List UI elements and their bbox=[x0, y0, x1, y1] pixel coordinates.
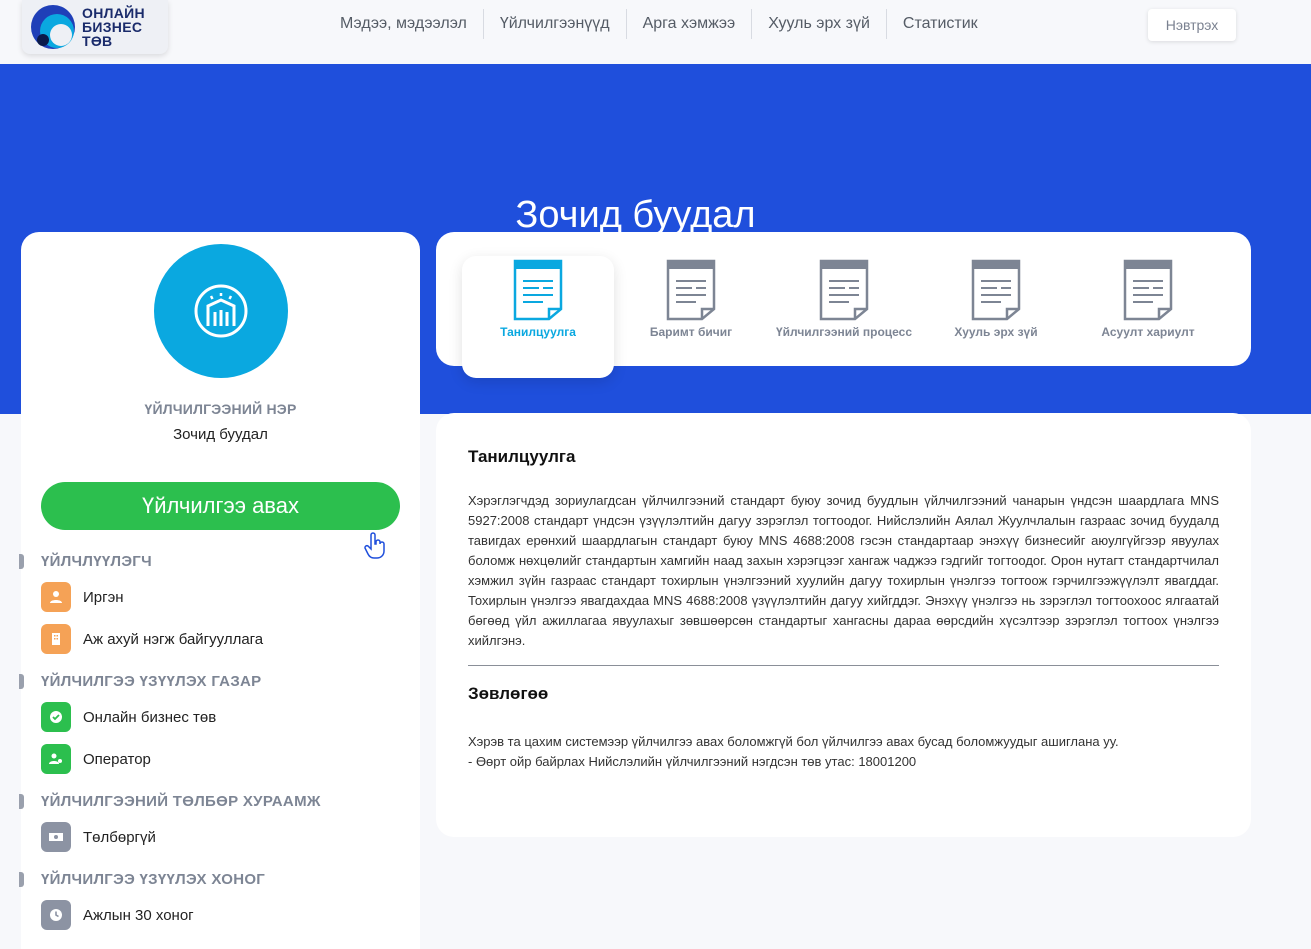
advice-line: - Өөрт ойр байрлах Нийслэлийн үйлчилгээн… bbox=[468, 754, 917, 769]
hand-pointer-icon bbox=[364, 532, 385, 559]
tab-label: Үйлчилгээний процесс bbox=[775, 325, 913, 339]
nav-item-news[interactable]: Мэдээ, мэдээлэл bbox=[324, 9, 483, 39]
logo-line: ОНЛАЙН bbox=[82, 5, 145, 21]
tab-law[interactable]: Хууль эрх зүй bbox=[920, 256, 1072, 356]
list-item-label: Аж ахуй нэгж байгууллага bbox=[83, 630, 264, 648]
content-card: Танилцуулга Хэрэглэгчдэд зориулагдсан үй… bbox=[436, 413, 1251, 837]
advice-line: Хэрэв та цахим системээр үйлчилгээ авах … bbox=[468, 734, 1119, 749]
intro-heading: Танилцуулга bbox=[468, 447, 576, 466]
tab-faq[interactable]: Асуулт хариулт bbox=[1072, 256, 1224, 356]
list-item-label: Ажлын 30 хоног bbox=[83, 906, 194, 924]
document-icon bbox=[1123, 259, 1173, 321]
building-icon bbox=[41, 624, 71, 654]
section-title: ҮЙЛЧЛҮҮЛЭГЧ bbox=[18, 553, 263, 570]
service-info-card: ҮЙЛЧИЛГЭЭНИЙ НЭР Зочид буудал Үйлчилгээ … bbox=[18, 232, 420, 949]
service-name-value: Зочид буудал bbox=[173, 426, 268, 443]
check-circle-icon bbox=[41, 702, 71, 732]
clock-icon bbox=[41, 900, 71, 930]
section-customer: ҮЙЛЧЛҮҮЛЭГЧ Иргэн Аж ахуй нэгж байгуулла… bbox=[18, 553, 263, 654]
tab-label: Хууль эрх зүй bbox=[954, 325, 1038, 339]
hotel-building-icon bbox=[194, 284, 248, 338]
page-title: Зочид буудал bbox=[515, 194, 756, 236]
list-item: Аж ахуй нэгж байгууллага bbox=[41, 624, 263, 654]
tab-label: Танилцуулга bbox=[500, 325, 576, 339]
list-item: Төлбөргүй bbox=[41, 822, 321, 852]
tab-label: Баримт бичиг bbox=[649, 325, 733, 339]
nav-item-services[interactable]: Үйлчилгээнүүд bbox=[482, 9, 626, 39]
money-icon bbox=[41, 822, 71, 852]
person-icon bbox=[41, 582, 71, 612]
tab-label: Асуулт хариулт bbox=[1101, 325, 1195, 339]
operator-icon bbox=[41, 744, 71, 774]
list-item: Ажлын 30 хоног bbox=[41, 900, 265, 930]
service-icon-circle bbox=[154, 244, 288, 378]
logo-line: БИЗНЕС bbox=[82, 19, 143, 35]
logo-mark-icon bbox=[30, 4, 76, 50]
content-body: Танилцуулга Хэрэглэгчдэд зориулагдсан үй… bbox=[468, 447, 1219, 772]
nav-item-events[interactable]: Арга хэмжээ bbox=[625, 9, 752, 39]
list-item: Оператор bbox=[41, 744, 261, 774]
divider bbox=[468, 665, 1219, 666]
document-icon bbox=[513, 259, 563, 321]
list-item-label: Онлайн бизнес төв bbox=[83, 708, 217, 726]
tab-introduction[interactable]: Танилцуулга bbox=[462, 256, 614, 356]
document-icon bbox=[819, 259, 869, 321]
login-button[interactable]: Нэвтрэх bbox=[1148, 9, 1236, 41]
section-title: ҮЙЛЧИЛГЭЭ ҮЗҮҮЛЭХ ХОНОГ bbox=[18, 871, 266, 888]
main-nav: Мэдээ, мэдээлэл Үйлчилгээнүүд Арга хэмжэ… bbox=[324, 8, 994, 40]
intro-text: Хэрэглэгчдэд зориулагдсан үйлчилгээний с… bbox=[468, 493, 1219, 648]
document-icon bbox=[971, 259, 1021, 321]
document-icon bbox=[666, 259, 716, 321]
tab-service-process[interactable]: Үйлчилгээний процесс bbox=[768, 256, 920, 356]
get-service-button[interactable]: Үйлчилгээ авах bbox=[41, 482, 400, 530]
list-item: Иргэн bbox=[41, 582, 263, 612]
nav-item-law[interactable]: Хууль эрх зүй bbox=[751, 9, 886, 39]
list-item-label: Оператор bbox=[83, 750, 151, 768]
section-title: ҮЙЛЧИЛГЭЭ ҮЗҮҮЛЭХ ГАЗАР bbox=[18, 673, 262, 690]
list-item-label: Төлбөргүй bbox=[83, 828, 156, 846]
list-item: Онлайн бизнес төв bbox=[41, 702, 261, 732]
section-title: ҮЙЛЧИЛГЭЭНИЙ ТӨЛБӨР ХУРААМЖ bbox=[19, 793, 321, 810]
advice-text: Хэрэв та цахим системээр үйлчилгээ авах … bbox=[468, 732, 1219, 772]
section-location: ҮЙЛЧИЛГЭЭ ҮЗҮҮЛЭХ ГАЗАР Онлайн бизнес тө… bbox=[18, 673, 262, 774]
advice-heading: Зөвлөгөө bbox=[468, 684, 549, 703]
section-duration: ҮЙЛЧИЛГЭЭ ҮЗҮҮЛЭХ ХОНОГ Ажлын 30 хоног bbox=[18, 871, 266, 930]
logo-line: ТӨВ bbox=[82, 33, 113, 49]
list-item-label: Иргэн bbox=[83, 588, 124, 606]
site-logo[interactable]: ОНЛАЙН БИЗНЕС ТӨВ bbox=[22, 0, 168, 54]
logo-text: ОНЛАЙН БИЗНЕС ТӨВ bbox=[82, 6, 145, 48]
nav-item-statistics[interactable]: Статистик bbox=[885, 9, 994, 39]
site-header: ОНЛАЙН БИЗНЕС ТӨВ Мэдээ, мэдээлэл Үйлчил… bbox=[0, 0, 1311, 64]
tab-documents[interactable]: Баримт бичиг bbox=[615, 256, 767, 356]
section-fee: ҮЙЛЧИЛГЭЭНИЙ ТӨЛБӨР ХУРААМЖ Төлбөргүй bbox=[19, 793, 321, 852]
service-name-label: ҮЙЛЧИЛГЭЭНИЙ НЭР bbox=[144, 401, 297, 417]
